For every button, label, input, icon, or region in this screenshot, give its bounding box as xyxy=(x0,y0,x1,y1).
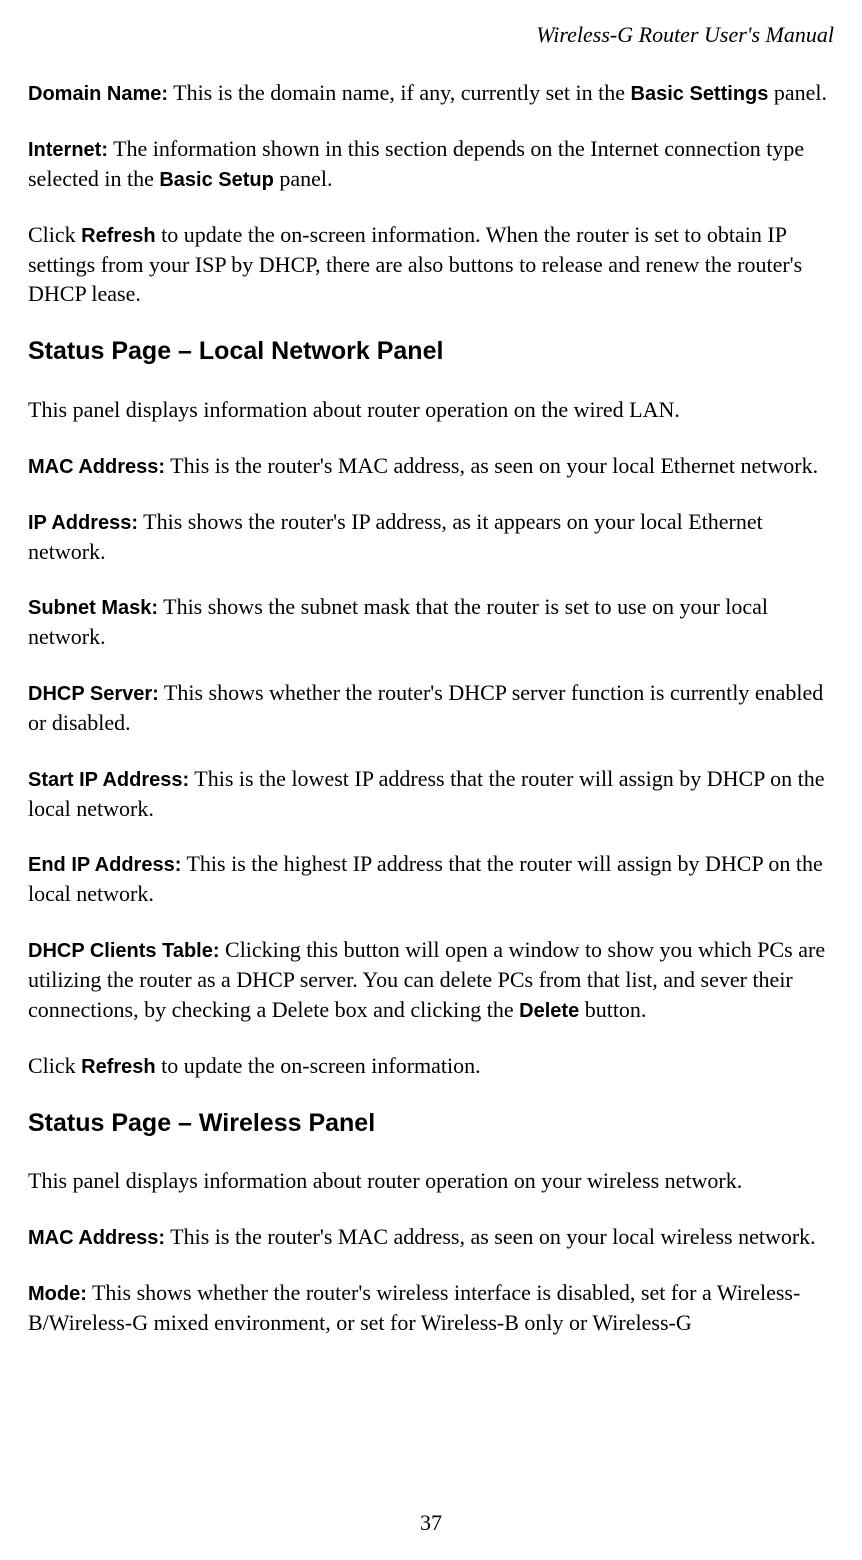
dhcp-clients-para: DHCP Clients Table: Clicking this button… xyxy=(28,935,834,1025)
domain-name-label: Domain Name: xyxy=(28,83,168,105)
refresh2-para: Click Refresh to update the on-screen in… xyxy=(28,1051,834,1081)
refresh2-text2: to update the on-screen information. xyxy=(156,1053,481,1078)
mode-text: This shows whether the router's wireless… xyxy=(28,1280,800,1335)
dhcp-clients-text2: button. xyxy=(579,997,646,1022)
end-ip-para: End IP Address: This is the highest IP a… xyxy=(28,849,834,909)
dhcp-clients-label: DHCP Clients Table: xyxy=(28,940,220,962)
start-ip-label: Start IP Address: xyxy=(28,769,189,791)
page-number: 37 xyxy=(0,1508,862,1538)
internet-para: Internet: The information shown in this … xyxy=(28,134,834,194)
mode-label: Mode: xyxy=(28,1283,87,1305)
mac-address-wireless-label: MAC Address: xyxy=(28,1227,165,1249)
ip-address-label: IP Address: xyxy=(28,512,138,534)
page-header: Wireless-G Router User's Manual xyxy=(28,20,834,50)
wireless-intro: This panel displays information about ro… xyxy=(28,1166,834,1196)
internet-label: Internet: xyxy=(28,139,108,161)
refresh1-text1: Click xyxy=(28,222,81,247)
domain-name-para: Domain Name: This is the domain name, if… xyxy=(28,78,834,108)
domain-name-text2: panel. xyxy=(768,80,827,105)
domain-name-text1: This is the domain name, if any, current… xyxy=(168,80,631,105)
dhcp-clients-bold1: Delete xyxy=(519,1000,579,1022)
dhcp-server-label: DHCP Server: xyxy=(28,683,159,705)
internet-text2: panel. xyxy=(274,166,333,191)
start-ip-para: Start IP Address: This is the lowest IP … xyxy=(28,764,834,824)
internet-text1: The information shown in this section de… xyxy=(28,136,804,191)
local-network-intro: This panel displays information about ro… xyxy=(28,395,834,425)
subnet-mask-para: Subnet Mask: This shows the subnet mask … xyxy=(28,592,834,652)
refresh2-bold1: Refresh xyxy=(81,1056,155,1078)
end-ip-label: End IP Address: xyxy=(28,854,181,876)
dhcp-server-para: DHCP Server: This shows whether the rout… xyxy=(28,678,834,738)
mac-address-wireless-text: This is the router's MAC address, as see… xyxy=(165,1224,816,1249)
heading-local-network: Status Page – Local Network Panel xyxy=(28,335,834,369)
heading-wireless: Status Page – Wireless Panel xyxy=(28,1107,834,1141)
mac-address-para: MAC Address: This is the router's MAC ad… xyxy=(28,451,834,481)
domain-name-bold1: Basic Settings xyxy=(631,83,769,105)
ip-address-text: This shows the router's IP address, as i… xyxy=(28,509,763,564)
refresh1-bold1: Refresh xyxy=(81,225,155,247)
refresh1-para: Click Refresh to update the on-screen in… xyxy=(28,220,834,309)
mac-address-text: This is the router's MAC address, as see… xyxy=(165,453,818,478)
ip-address-para: IP Address: This shows the router's IP a… xyxy=(28,507,834,567)
mode-para: Mode: This shows whether the router's wi… xyxy=(28,1278,834,1338)
mac-address-label: MAC Address: xyxy=(28,456,165,478)
mac-address-wireless-para: MAC Address: This is the router's MAC ad… xyxy=(28,1222,834,1252)
refresh2-text1: Click xyxy=(28,1053,81,1078)
subnet-mask-label: Subnet Mask: xyxy=(28,597,158,619)
internet-bold1: Basic Setup xyxy=(159,169,273,191)
